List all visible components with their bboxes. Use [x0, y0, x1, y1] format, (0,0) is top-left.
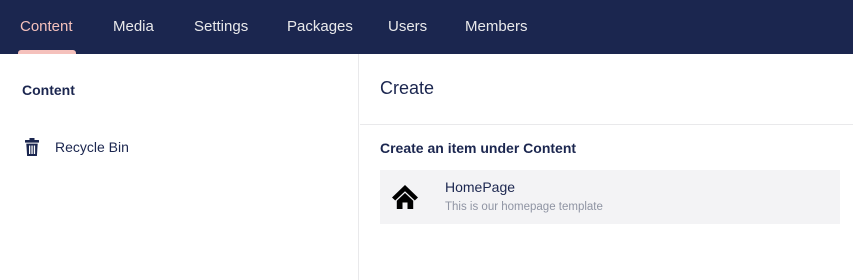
panel-title: Create: [380, 78, 435, 98]
doctype-item-homepage[interactable]: HomePage This is our homepage template: [380, 170, 840, 224]
nav-item-settings[interactable]: Settings: [194, 0, 248, 54]
content-tree-sidebar: Content Recycle Bin: [0, 54, 359, 280]
nav-item-members[interactable]: Members: [465, 0, 528, 54]
nav-item-users[interactable]: Users: [388, 0, 427, 54]
create-panel: Create Create an item under Content Home…: [360, 54, 853, 280]
nav-item-media[interactable]: Media: [113, 0, 154, 54]
doctype-description: This is our homepage template: [445, 201, 603, 213]
trash-icon: [22, 137, 42, 157]
doctype-name: HomePage: [445, 179, 516, 195]
home-icon: [391, 184, 419, 210]
top-navigation-bar: Content Media Settings Packages Users Me…: [0, 0, 853, 54]
create-subheading: Create an item under Content: [380, 140, 577, 156]
nav-item-content[interactable]: Content: [20, 0, 73, 54]
nav-item-packages[interactable]: Packages: [287, 0, 353, 54]
panel-header: Create: [360, 54, 853, 125]
tree-root-content[interactable]: Content: [22, 82, 75, 98]
tree-item-recycle-bin[interactable]: Recycle Bin: [22, 136, 129, 158]
tree-item-label: Recycle Bin: [55, 139, 129, 155]
